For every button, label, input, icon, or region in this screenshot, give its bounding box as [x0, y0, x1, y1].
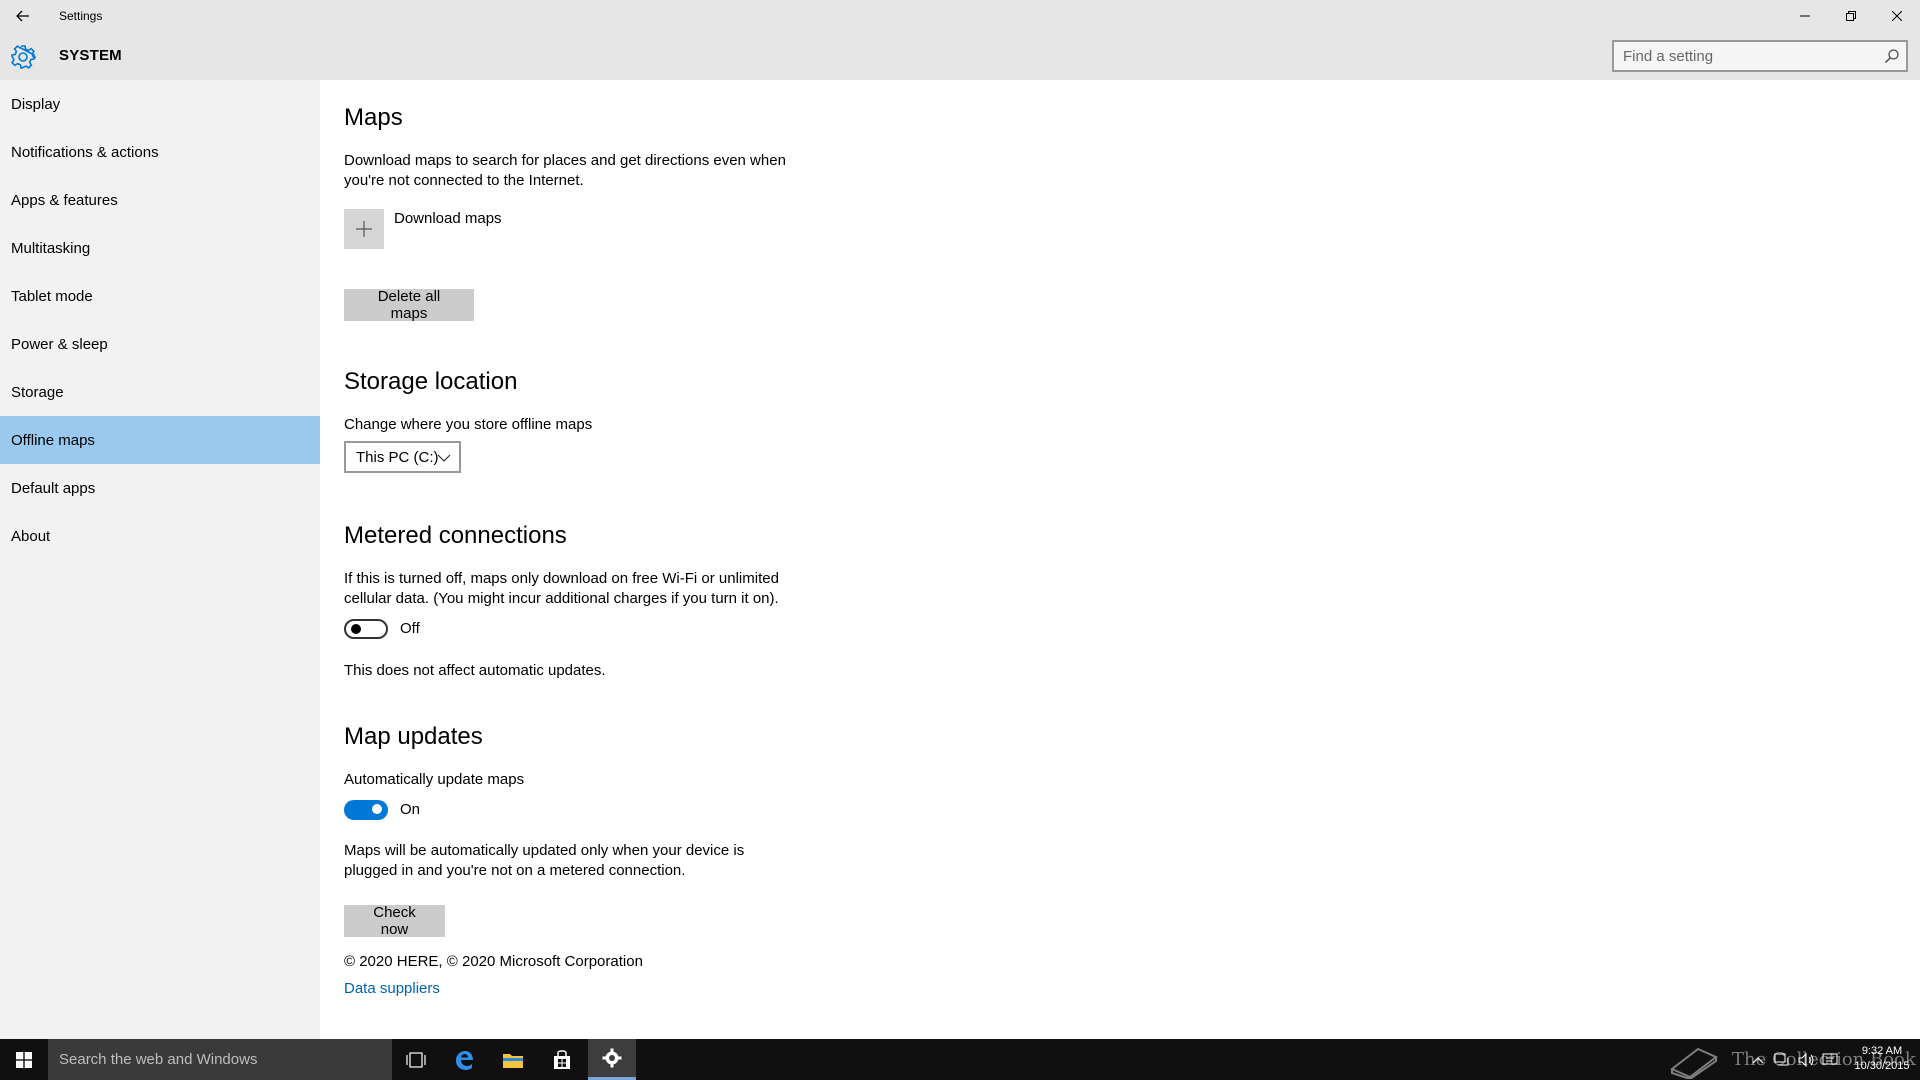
maps-description: Download maps to search for places and g…	[344, 152, 786, 189]
sidebar-item-label: Apps & features	[11, 191, 118, 209]
metered-toggle[interactable]	[344, 619, 388, 639]
sidebar-item-default-apps[interactable]: Default apps	[0, 464, 320, 512]
action-center-icon[interactable]	[1822, 1053, 1838, 1067]
taskbar: Search the web and Windows The Collectio…	[0, 1039, 1920, 1080]
sidebar-item-label: Notifications & actions	[11, 143, 159, 161]
sidebar-item-label: Multitasking	[11, 239, 91, 257]
storage-location-dropdown[interactable]: This PC (C:)	[344, 441, 461, 473]
edge-icon	[456, 1050, 473, 1070]
download-maps-label[interactable]: Download maps	[394, 209, 502, 229]
check-now-button[interactable]: Check now	[344, 904, 445, 938]
gear-icon	[602, 1048, 622, 1068]
storage-selected-value: This PC (C:)	[356, 448, 439, 466]
volume-icon[interactable]	[1798, 1052, 1814, 1067]
clock-date: 10/30/2015	[1854, 1060, 1910, 1072]
main-content: Maps Download maps to search for places …	[320, 80, 1920, 1039]
file-explorer-button[interactable]	[489, 1039, 537, 1080]
task-view-button[interactable]	[392, 1039, 440, 1080]
clock-time: 9:32 AM	[1861, 1045, 1903, 1057]
section-title: SYSTEM	[59, 47, 122, 64]
auto-update-toggle-state: On	[400, 801, 421, 818]
app-header: SYSTEM	[0, 32, 1920, 80]
auto-update-toggle[interactable]	[344, 800, 388, 820]
edge-button[interactable]	[440, 1039, 488, 1080]
sidebar-item-label: Default apps	[11, 479, 96, 497]
chevron-up-icon[interactable]	[1752, 1056, 1764, 1064]
metered-toggle-state: Off	[400, 620, 420, 637]
map-updates-heading: Map updates	[344, 723, 483, 750]
restore-button[interactable]	[1828, 0, 1874, 32]
clock[interactable]: 9:32 AM 10/30/2015	[1847, 1044, 1917, 1074]
sidebar-item-display[interactable]: Display	[0, 80, 320, 128]
sidebar-item-offline-maps[interactable]: Offline maps	[0, 416, 320, 464]
minimize-icon	[1800, 15, 1810, 17]
system-tray	[1752, 1039, 1838, 1080]
chevron-down-icon	[437, 454, 451, 462]
folder-icon	[503, 1053, 523, 1068]
restore-icon	[1846, 11, 1856, 21]
taskbar-search[interactable]: Search the web and Windows	[48, 1039, 392, 1080]
toggle-knob	[351, 624, 361, 634]
find-setting-search[interactable]	[1612, 40, 1908, 72]
settings-taskbar-button[interactable]	[588, 1039, 636, 1080]
metered-note: This does not affect automatic updates.	[344, 662, 606, 679]
search-icon[interactable]	[1884, 48, 1900, 64]
sidebar-item-label: Storage	[11, 383, 64, 401]
book-icon	[1670, 1047, 1718, 1079]
metered-connections-heading: Metered connections	[344, 522, 567, 549]
metered-description: If this is turned off, maps only downloa…	[344, 570, 779, 607]
sidebar-item-power-sleep[interactable]: Power & sleep	[0, 320, 320, 368]
close-icon	[1892, 11, 1902, 21]
sidebar-item-apps-features[interactable]: Apps & features	[0, 176, 320, 224]
auto-update-label: Automatically update maps	[344, 771, 525, 788]
sidebar-item-notifications[interactable]: Notifications & actions	[0, 128, 320, 176]
sidebar-nav: Display Notifications & actions Apps & f…	[0, 80, 320, 1039]
copyright-text: © 2020 HERE, © 2020 Microsoft Corporatio…	[344, 953, 643, 970]
sidebar-item-storage[interactable]: Storage	[0, 368, 320, 416]
title-bar: Settings	[0, 0, 1920, 32]
close-button[interactable]	[1874, 0, 1920, 32]
store-bag-icon	[554, 1049, 570, 1069]
search-input[interactable]	[1614, 42, 1874, 70]
maps-heading: Maps	[344, 104, 403, 131]
sidebar-item-label: Display	[11, 95, 61, 113]
window-title: Settings	[59, 9, 103, 23]
store-button[interactable]	[538, 1039, 586, 1080]
minimize-button[interactable]	[1782, 0, 1828, 32]
taskbar-search-placeholder: Search the web and Windows	[59, 1051, 258, 1068]
sidebar-item-label: Offline maps	[11, 431, 95, 449]
delete-all-maps-button[interactable]: Delete all maps	[344, 288, 474, 322]
toggle-knob	[372, 804, 382, 814]
sidebar-item-label: Tablet mode	[11, 287, 93, 305]
windows-logo-icon	[16, 1051, 32, 1068]
auto-update-note: Maps will be automatically updated only …	[344, 842, 745, 879]
back-button[interactable]	[0, 0, 46, 32]
network-icon[interactable]	[1774, 1053, 1790, 1067]
data-suppliers-link[interactable]: Data suppliers	[344, 980, 440, 997]
sidebar-item-label: About	[11, 527, 51, 545]
sidebar-item-multitasking[interactable]: Multitasking	[0, 224, 320, 272]
storage-location-heading: Storage location	[344, 368, 518, 395]
sidebar-item-label: Power & sleep	[11, 335, 108, 353]
task-view-icon	[406, 1051, 426, 1068]
back-arrow-icon	[16, 10, 29, 22]
sidebar-item-about[interactable]: About	[0, 512, 320, 560]
start-button[interactable]	[0, 1039, 48, 1080]
download-maps-button[interactable]	[344, 209, 384, 249]
sidebar-item-tablet-mode[interactable]: Tablet mode	[0, 272, 320, 320]
storage-description: Change where you store offline maps	[344, 416, 593, 433]
plus-icon	[356, 221, 372, 237]
gear-icon	[10, 44, 37, 70]
